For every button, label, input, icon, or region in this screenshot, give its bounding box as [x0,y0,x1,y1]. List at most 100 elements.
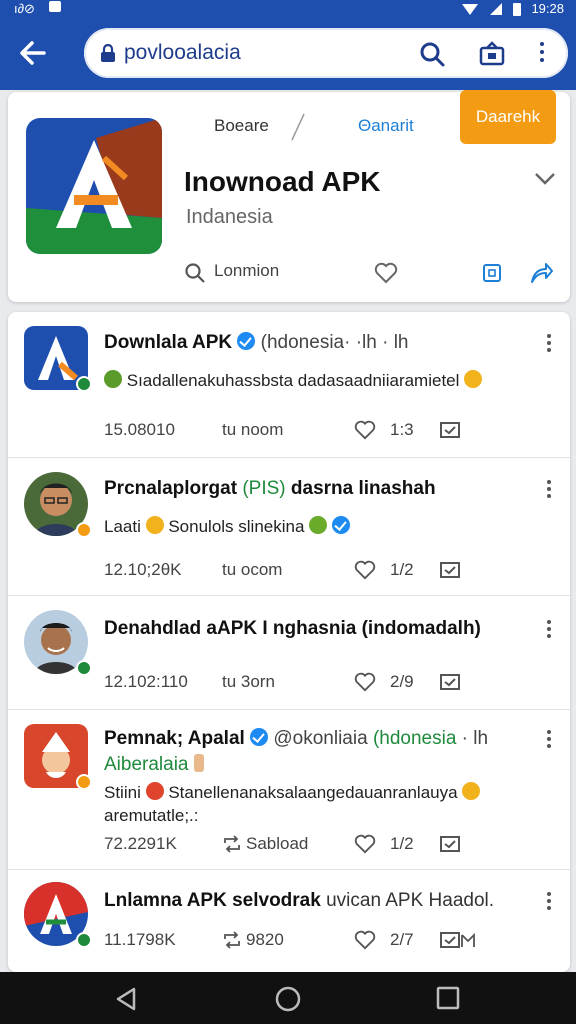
author-name[interactable]: Denahdlad aAPK I nghasnia (indomadalh) [104,618,481,639]
stat-views: 72.2291K [104,834,177,853]
post-handle: Aiberalaia [104,754,204,776]
overflow-menu-icon[interactable] [540,42,544,62]
app-title: Inownoad APK [184,166,381,197]
mail-icon[interactable] [440,561,460,579]
verified-badge-icon [331,516,350,534]
back-arrow-icon[interactable] [16,36,50,70]
status-bar: ı∂⊘ 19:28 [0,0,576,18]
post-text: Sıadallenakuhassbsta dadasaadniiaramiete… [104,370,483,391]
stat-likes: 1:3 [390,420,414,439]
post-text-continued: aremutatle;.: [104,806,199,825]
feed-post[interactable]: Denahdlad aAPK I nghasnia (indomadalh) 1… [8,596,570,710]
emoji-icon [464,370,483,388]
chevron-down-icon[interactable] [534,172,556,186]
app-logo [26,118,162,254]
heart-icon[interactable] [354,834,376,854]
battery-icon [513,2,522,16]
stat-likes: 1/2 [390,560,414,579]
avatar[interactable] [24,326,92,392]
verified-badge-icon [250,728,269,746]
verified-dot [76,660,92,676]
url-text[interactable]: povlooalacia [124,41,241,65]
heart-icon[interactable] [374,262,398,284]
status-right: 19:28 [461,1,564,16]
tabs-icon[interactable] [478,40,506,68]
more-options-icon[interactable] [546,892,552,913]
post-text: Laati Sonulols slinekina [104,516,350,537]
stat-action[interactable]: Sabload [246,834,308,854]
author-meta: (hdonesia· ·lh · lh [260,332,409,353]
stat-views: 12.10;2θK [104,560,182,579]
avatar[interactable] [24,610,92,676]
post-author: Downlala APK (hdonesia· ·lh · lh [104,332,409,354]
emoji-icon [309,516,328,534]
avatar[interactable] [24,882,92,948]
tab-divider [291,113,305,141]
feed-post[interactable]: Prcnalaplorgat (PIS) dasrna linashah Laa… [8,458,570,596]
feed-post[interactable]: Lnlamna APK selvodrak uvican APK Haadol.… [8,870,570,972]
avatar[interactable] [24,472,92,538]
app-info-card: Boeare Θanarit Daarehk Inownoad APK Inda… [8,90,570,302]
post-author: Lnlamna APK selvodrak uvican APK Haadol. [104,890,495,911]
more-options-icon[interactable] [546,334,552,355]
avatar[interactable] [24,724,92,790]
feed-post[interactable]: Downlala APK (hdonesia· ·lh · lh Sıadall… [8,312,570,458]
stat-likes: 2/9 [390,672,414,691]
address-bar[interactable]: povlooalacia [84,28,568,78]
more-options-icon[interactable] [546,480,552,501]
nav-back-icon[interactable] [114,986,140,1012]
mail-icon[interactable] [440,931,476,949]
mail-icon[interactable] [440,835,460,853]
heart-icon[interactable] [354,420,376,440]
emoji-icon [145,516,164,534]
heart-icon[interactable] [354,930,376,950]
notification-icons: ı∂⊘ [14,1,35,16]
post-author: Denahdlad aAPK I nghasnia (indomadalh) [104,618,481,640]
author-name[interactable]: Downlala APK [104,332,232,353]
feed-post[interactable]: Pemnak; Apalal @okonliaia (hdonesia · lh… [8,710,570,870]
system-navigation-bar [0,972,576,1024]
search-icon[interactable] [184,262,206,284]
retweet-icon[interactable] [222,931,242,949]
stat-action[interactable]: tu ocom [222,560,282,580]
more-options-icon[interactable] [546,620,552,641]
nav-recents-icon[interactable] [436,986,460,1010]
nav-home-icon[interactable] [274,986,302,1014]
stat-action[interactable]: tu 3orn [222,672,275,692]
stat-views: 12.102:110 [104,672,188,691]
emoji-icon [104,370,122,388]
post-stats: 72.2291K Sabload 1/2 [104,834,554,858]
post-author: Prcnalaplorgat (PIS) dasrna linashah [104,478,436,499]
retweet-icon[interactable] [222,835,242,853]
mail-icon[interactable] [440,421,460,439]
post-stats: 15.08010 tu noom 1:3 [104,420,554,444]
author-name[interactable]: Pemnak; Apalal [104,728,245,749]
stat-views: 11.1798K [104,930,176,949]
lock-icon [101,44,115,62]
heart-icon[interactable] [354,672,376,692]
verified-badge-icon [237,332,256,350]
author-name[interactable]: Lnlamna APK selvodrak [104,890,321,911]
stat-likes: 2/7 [390,930,414,949]
signal-icon [490,2,503,15]
post-text: Stiini Stanellenanaksalaangedauanranlauy… [104,782,481,803]
author-name[interactable]: Prcnalaplorgat [104,478,237,499]
download-button[interactable]: Daarehk [460,90,556,144]
share-icon[interactable] [528,260,554,286]
notification-square-icon [48,1,61,12]
search-label[interactable]: Lonmion [214,261,279,281]
mail-icon[interactable] [440,673,460,691]
status-dot [76,522,92,538]
more-options-icon[interactable] [546,730,552,751]
post-stats: 12.10;2θK tu ocom 1/2 [104,560,554,584]
post-stats: 12.102:110 tu 3orn 2/9 [104,672,554,696]
stat-action[interactable]: 9820 [246,930,284,950]
bookmark-icon[interactable] [482,263,502,283]
tab-left[interactable]: Boeare [214,116,269,136]
heart-icon[interactable] [354,560,376,580]
search-icon[interactable] [418,40,446,68]
status-left-icons: ı∂⊘ [14,1,61,17]
stat-action[interactable]: tu noom [222,420,283,440]
tab-right[interactable]: Θanarit [358,116,414,136]
emoji-icon [193,754,204,772]
